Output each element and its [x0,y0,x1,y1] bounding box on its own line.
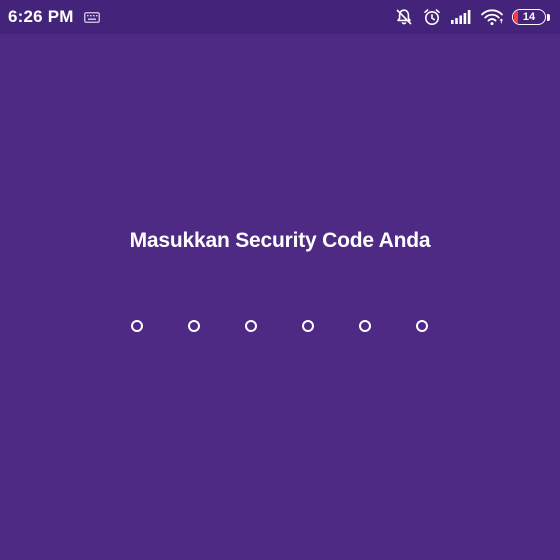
keyboard-icon [83,11,100,23]
battery-icon: 14 [512,8,550,26]
status-bar: 6:26 PM 14 [0,0,560,34]
battery-tip [547,13,550,21]
battery-level: 14 [522,10,536,23]
security-code-title: Masukkan Security Code Anda [129,229,431,252]
alarm-icon [422,7,442,27]
pin-dot-6 [416,320,428,332]
pin-dot-2 [188,320,200,332]
notifications-off-icon [394,7,414,27]
security-code-screen: Masukkan Security Code Anda [0,34,560,560]
signal-icon [450,9,472,25]
pin-dots [131,320,428,332]
wifi-icon [480,8,504,26]
status-right: 14 [394,7,550,27]
pin-dot-1 [131,320,143,332]
status-left: 6:26 PM [8,7,100,27]
pin-dot-3 [245,320,257,332]
status-time: 6:26 PM [8,7,74,26]
battery-body: 14 [512,9,546,25]
pin-dot-5 [359,320,371,332]
battery-fill [514,11,518,23]
pin-dot-4 [302,320,314,332]
